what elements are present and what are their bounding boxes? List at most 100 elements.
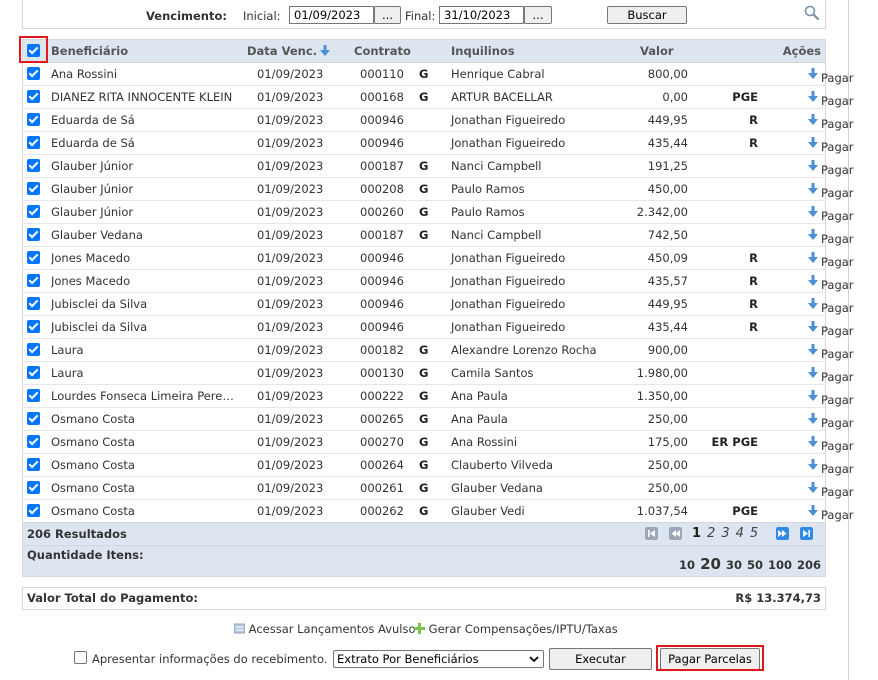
pay-action-link[interactable]: Pagar [808,343,854,361]
row-checkbox[interactable] [27,389,40,402]
contract-cell: 000946 [360,274,404,288]
row-checkbox[interactable] [27,90,40,103]
pay-action-label: Pagar [821,163,854,177]
magnifier-icon[interactable] [804,5,820,21]
pay-action-link[interactable]: Pagar [808,67,854,85]
contract-cell: 000270 [360,435,404,449]
pay-action-link[interactable]: Pagar [808,389,854,407]
date-cell: 01/09/2023 [257,343,324,357]
row-checkbox[interactable] [27,435,40,448]
arrow-down-icon [808,459,818,470]
row-checkbox[interactable] [27,366,40,379]
row-checkbox[interactable] [27,274,40,287]
header-contrato[interactable]: Contrato [354,44,411,58]
pay-action-link[interactable]: Pagar [808,205,854,223]
table-row: Ana Rossini 01/09/2023 000110 G Henrique Cab… [23,63,854,86]
row-checkbox[interactable] [27,182,40,195]
contract-cell: 000946 [360,136,404,150]
compensacoes-link[interactable]: Gerar Compensações/IPTU/Taxas [414,622,618,636]
receipt-info-checkbox[interactable] [74,651,87,664]
page-link[interactable]: 2 [707,526,715,541]
first-page-icon[interactable] [645,527,658,540]
pay-action-link[interactable]: Pagar [808,90,854,108]
pay-action-link[interactable]: Pagar [808,458,854,476]
report-type-select[interactable]: Extrato Por Beneficiários [333,650,544,668]
page-size-option[interactable]: 30 [726,558,742,572]
page-link[interactable]: 3 [721,526,729,541]
page-link[interactable]: 5 [750,526,758,541]
date-cell: 01/09/2023 [257,320,324,334]
header-acoes: Ações [782,44,821,58]
pay-action-link[interactable]: Pagar [808,481,854,499]
row-checkbox[interactable] [27,458,40,471]
row-checkbox[interactable] [27,343,40,356]
row-checkbox[interactable] [27,136,40,149]
row-checkbox[interactable] [27,297,40,310]
pay-action-link[interactable]: Pagar [808,320,854,338]
pay-action-link[interactable]: Pagar [808,297,854,315]
tenant-cell: Camila Santos [451,366,534,380]
table-row: Glauber Júnior 01/09/2023 000187 G Nanci Cam… [23,155,854,178]
pay-action-link[interactable]: Pagar [808,251,854,269]
arrow-down-icon [808,229,818,240]
row-checkbox[interactable] [27,159,40,172]
pay-action-link[interactable]: Pagar [808,366,854,384]
flag-cell: R [749,251,758,265]
row-checkbox[interactable] [27,320,40,333]
page-size-option[interactable]: 20 [700,555,721,573]
row-checkbox[interactable] [27,205,40,218]
initial-date-input[interactable]: 01/09/2023 [289,6,374,24]
contract-cell: 000130 [360,366,404,380]
value-cell: 449,95 [647,113,688,127]
guarantee-cell: G [419,205,429,219]
row-checkbox[interactable] [27,113,40,126]
avulso-link[interactable]: Acessar Lançamentos Avulso [233,622,416,636]
row-checkbox[interactable] [27,67,40,80]
guarantee-cell: G [419,343,429,357]
search-button[interactable]: Buscar [607,6,687,24]
initial-date-picker-button[interactable]: ... [374,6,401,24]
header-beneficiario[interactable]: Beneficiário [51,44,128,58]
page-link[interactable]: 4 [736,526,744,541]
page-link[interactable]: 1 [692,526,701,541]
header-valor[interactable]: Valor [640,44,674,58]
select-all-highlight [19,36,48,63]
pay-action-link[interactable]: Pagar [808,435,854,453]
page-size-option[interactable]: 50 [747,558,763,572]
table-row: Osmano Costa 01/09/2023 000265 G Ana Paula 25… [23,408,854,431]
value-cell: 435,57 [647,274,688,288]
pay-action-link[interactable]: Pagar [808,412,854,430]
page-size-option[interactable]: 10 [679,558,695,572]
date-cell: 01/09/2023 [257,435,324,449]
arrow-down-icon [808,298,818,309]
page-size-option[interactable]: 206 [797,558,821,572]
sort-down-icon [320,45,330,56]
pay-action-link[interactable]: Pagar [808,159,854,177]
header-data-venc[interactable]: Data Venc. [247,44,330,58]
pay-action-link[interactable]: Pagar [808,113,854,131]
executar-button[interactable]: Executar [549,648,652,670]
pay-action-label: Pagar [821,209,854,223]
page-size-option[interactable]: 100 [768,558,792,572]
pay-action-link[interactable]: Pagar [808,182,854,200]
pay-action-link[interactable]: Pagar [808,136,854,154]
pay-action-link[interactable]: Pagar [808,274,854,292]
row-checkbox[interactable] [27,251,40,264]
row-checkbox[interactable] [27,481,40,494]
header-inquilinos[interactable]: Inquilinos [451,44,515,58]
pay-action-label: Pagar [821,393,854,407]
pay-action-link[interactable]: Pagar [808,504,854,522]
final-date-picker-button[interactable]: ... [524,6,552,24]
row-checkbox[interactable] [27,412,40,425]
next-page-icon[interactable] [776,527,789,540]
beneficiario-cell: Eduarda de Sá [51,113,135,127]
contract-cell: 000168 [360,90,404,104]
last-page-icon[interactable] [800,527,813,540]
pay-action-link[interactable]: Pagar [808,228,854,246]
prev-page-icon[interactable] [669,527,682,540]
beneficiario-cell: Jones Macedo [51,251,131,265]
row-checkbox[interactable] [27,504,40,517]
row-checkbox[interactable] [27,228,40,241]
final-date-input[interactable]: 31/10/2023 [439,6,524,24]
filter-bar: Vencimento: Inicial: 01/09/2023 ... Fina… [22,0,826,29]
